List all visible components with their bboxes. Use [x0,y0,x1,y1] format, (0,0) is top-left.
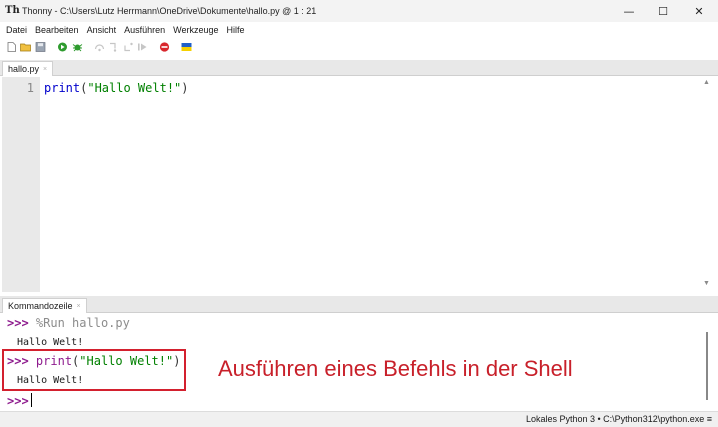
step-out-icon [124,42,133,52]
shell-input-line[interactable]: >>> [7,393,32,408]
highlight-box [2,349,186,391]
menu-ansicht[interactable]: Ansicht [87,25,117,35]
code-function: print [44,81,81,95]
open-folder-icon[interactable] [20,42,31,52]
tab-label: hallo.py [8,64,40,74]
menu-ausfuehren[interactable]: Ausführen [124,25,165,35]
step-into-icon [110,42,117,52]
debug-icon[interactable] [72,42,83,52]
shell-run-command: %Run hallo.py [35,316,130,330]
annotation-text: Ausführen eines Befehls in der Shell [218,356,573,381]
title-bar: Th Thonny - C:\Users\Lutz Herrmann\OneDr… [0,0,718,22]
tab-close-icon[interactable]: × [43,66,47,73]
shell-prompt: >>> [7,316,29,330]
save-icon[interactable] [35,42,46,52]
code-editor[interactable]: 1 print("Hallo Welt!") [2,77,699,292]
menu-bearbeiten[interactable]: Bearbeiten [35,25,79,35]
editor-tab-bar: hallo.py × [0,60,718,76]
shell-tab-close-icon[interactable]: × [77,303,81,310]
line-number: 1 [26,81,34,95]
scroll-down-icon[interactable]: ▼ [703,280,710,287]
code-paren-close: ) [181,81,189,95]
ukraine-flag-icon[interactable] [181,42,192,52]
editor-scrollbar[interactable]: ▲ ▼ [699,77,716,292]
close-window-button[interactable]: ✕ [682,0,716,22]
thonny-app-icon: Th [5,5,20,16]
shell-output-line: Hallo Welt! [17,337,84,348]
shell-scrollbar[interactable] [702,314,716,410]
shell-line-run: >>> %Run hallo.py [7,316,130,330]
text-cursor [30,393,32,407]
menu-werkzeuge[interactable]: Werkzeuge [173,25,218,35]
maximize-button[interactable]: ☐ [646,0,680,22]
window-title: Thonny - C:\Users\Lutz Herrmann\OneDrive… [22,6,317,16]
shell-tab-label: Kommandozeile [8,301,73,311]
tab-hallo-py[interactable]: hallo.py × [2,61,54,76]
scroll-up-icon[interactable]: ▲ [703,79,710,86]
shell-tab-bar: Kommandozeile × [0,296,718,313]
shell-scroll-thumb[interactable] [706,332,708,400]
run-icon[interactable] [57,42,68,52]
menu-hilfe[interactable]: Hilfe [226,25,244,35]
minimize-button[interactable]: — [612,0,646,22]
code-line[interactable]: print("Hallo Welt!") [44,81,189,95]
menu-bar: Datei Bearbeiten Ansicht Ausführen Werkz… [0,22,718,37]
status-bar: Lokales Python 3 • C:\Python312\python.e… [0,411,718,427]
stop-icon[interactable] [159,42,170,52]
interpreter-status[interactable]: Lokales Python 3 • C:\Python312\python.e… [526,414,712,424]
code-string: "Hallo Welt!" [87,81,182,95]
tab-kommandozeile[interactable]: Kommandozeile × [2,298,87,313]
resume-icon [138,43,147,51]
new-file-icon[interactable] [6,42,17,52]
menu-datei[interactable]: Datei [6,25,27,35]
line-number-gutter: 1 [2,77,40,292]
step-over-icon [94,44,105,52]
shell-prompt: >>> [7,394,29,408]
